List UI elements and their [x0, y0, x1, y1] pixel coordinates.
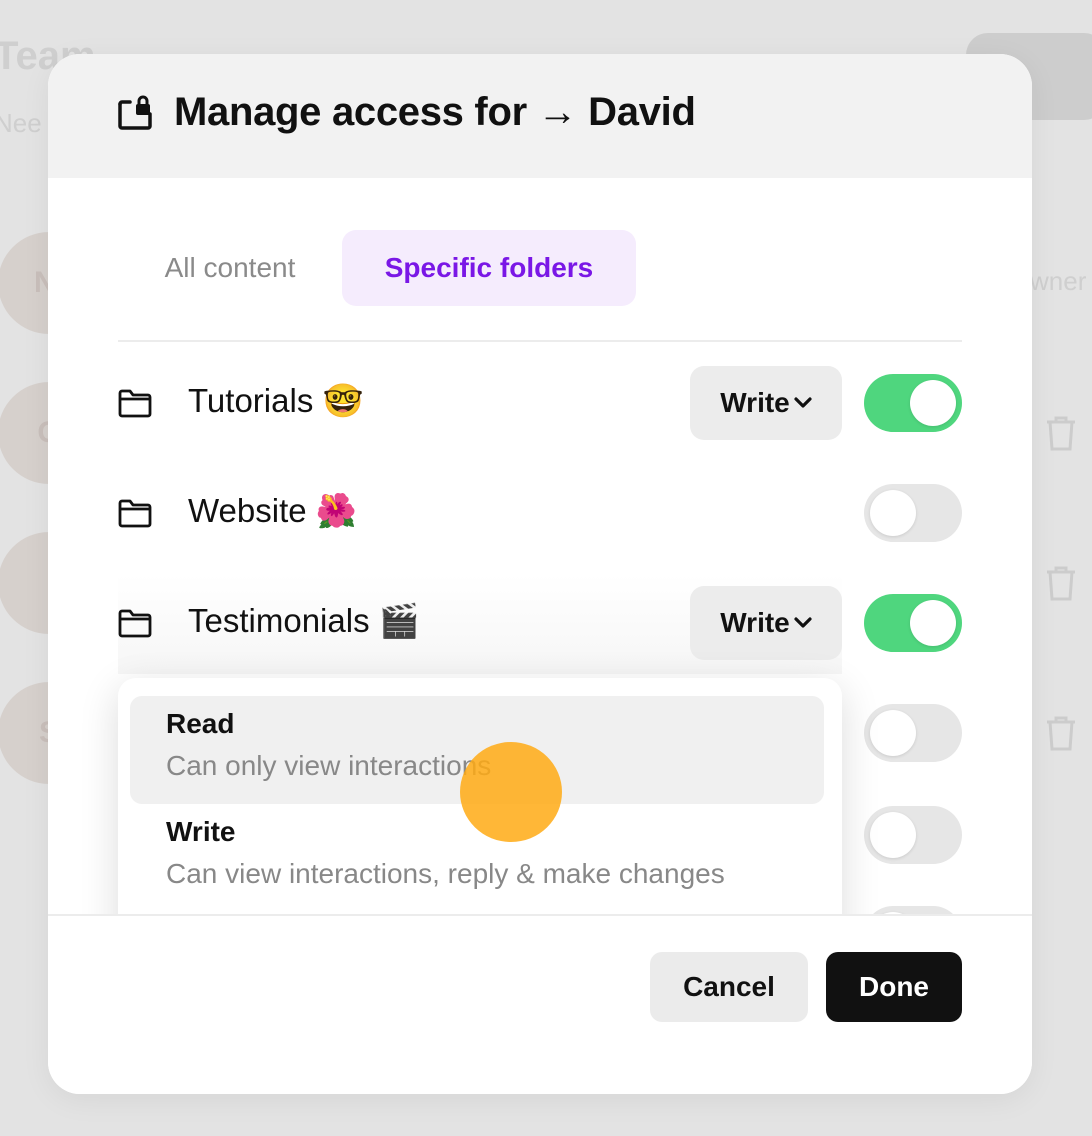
modal-header: Manage access for → David: [48, 54, 1032, 178]
folder-name: Website 🌺: [188, 492, 357, 529]
option-title: Read: [166, 708, 235, 739]
folder-icon: [118, 389, 152, 418]
folder-access-toggle[interactable]: [864, 374, 962, 432]
toggle-knob: [870, 710, 916, 756]
permission-label: Write: [720, 607, 790, 638]
tab-specific-folders[interactable]: Specific folders: [342, 230, 636, 306]
toggle-knob: [870, 812, 916, 858]
permission-dropdown-button[interactable]: Write: [690, 366, 842, 440]
background-role-label: wner: [1030, 266, 1087, 296]
chevron-down-icon: [794, 617, 812, 628]
folder-access-toggle[interactable]: [864, 704, 962, 762]
cursor-indicator: [460, 742, 562, 842]
folder-access-toggle[interactable]: [864, 484, 962, 542]
folder-name: Testimonials 🎬: [188, 602, 420, 639]
toggle-knob: [910, 380, 956, 426]
folder-access-toggle[interactable]: [864, 806, 962, 864]
folder-icon: [118, 499, 152, 528]
background-page-subtitle: Nee: [0, 108, 42, 138]
folder-row-tutorials: Tutorials 🤓 Write: [48, 362, 1032, 442]
trash-icon: [1047, 566, 1075, 601]
option-description: Can view interactions, reply & make chan…: [166, 858, 725, 889]
tab-all-content[interactable]: All content: [118, 230, 342, 306]
done-button[interactable]: Done: [826, 952, 962, 1022]
modal-title: Manage access for → David: [174, 90, 696, 134]
manage-access-modal: Manage access for → David All content Sp…: [48, 54, 1032, 1094]
chevron-down-icon: [794, 397, 812, 408]
trash-icon: [1047, 416, 1075, 451]
permission-dropdown-button[interactable]: Write: [690, 586, 842, 660]
folder-lock-icon: [118, 95, 152, 130]
toggle-knob: [870, 490, 916, 536]
cancel-button[interactable]: Cancel: [650, 952, 808, 1022]
folder-name: Tutorials 🤓: [188, 382, 364, 419]
folder-row-website: Website 🌺: [48, 472, 1032, 552]
permission-label: Write: [720, 387, 790, 418]
toggle-knob: [910, 600, 956, 646]
trash-icon: [1047, 716, 1075, 751]
option-description: Can only view interactions: [166, 750, 492, 781]
divider: [118, 340, 962, 342]
option-title: Write: [166, 816, 236, 847]
folder-icon: [118, 609, 152, 638]
folder-row-testimonials: Testimonials 🎬 Write: [48, 582, 1032, 662]
folder-access-toggle[interactable]: [864, 594, 962, 652]
